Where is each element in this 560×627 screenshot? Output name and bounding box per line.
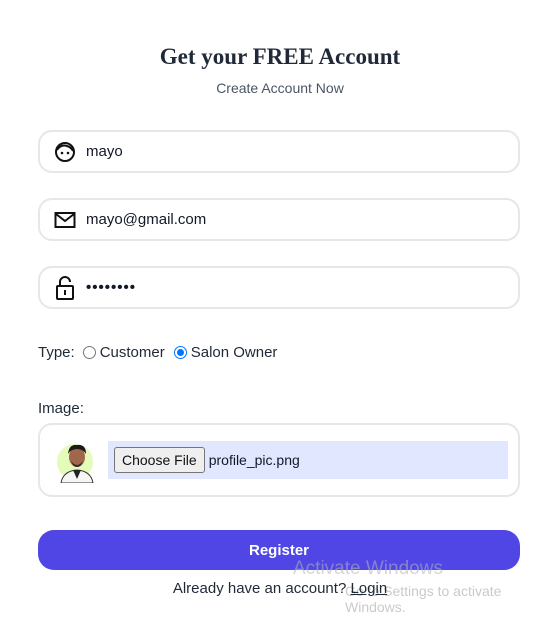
name-field-wrapper	[38, 130, 520, 173]
register-button[interactable]: Register	[38, 530, 520, 570]
type-option-customer[interactable]: Customer	[82, 344, 165, 361]
face-icon	[54, 141, 76, 163]
type-selector: Type: Customer Salon Owner	[38, 344, 286, 361]
file-name: profile_pic.png	[208, 452, 300, 468]
password-input[interactable]	[86, 279, 486, 296]
image-upload-box: Choose File profile_pic.png	[38, 423, 520, 497]
customer-radio[interactable]	[82, 346, 96, 359]
customer-label: Customer	[99, 344, 165, 361]
name-input[interactable]	[86, 143, 486, 160]
file-input: Choose File profile_pic.png	[108, 441, 508, 479]
mail-icon	[54, 209, 76, 231]
salon-owner-label: Salon Owner	[190, 344, 278, 361]
email-input[interactable]	[86, 211, 486, 228]
email-field-wrapper	[38, 198, 520, 241]
type-label: Type:	[38, 344, 75, 361]
lock-icon	[54, 275, 76, 300]
avatar	[57, 439, 97, 484]
salon-owner-radio[interactable]	[173, 346, 187, 359]
login-prompt-row: Already have an account? Login	[0, 580, 560, 597]
page-title: Get your FREE Account	[159, 44, 401, 69]
activation-watermark-title: Activate Windows	[293, 558, 443, 579]
page-subtitle: Create Account Now	[216, 80, 344, 96]
login-prompt: Already have an account?	[172, 580, 347, 597]
password-field-wrapper	[38, 266, 520, 309]
login-link[interactable]: Login	[350, 580, 387, 597]
type-option-salon-owner[interactable]: Salon Owner	[173, 344, 278, 361]
choose-file-button[interactable]: Choose File	[114, 447, 205, 473]
image-label: Image:	[38, 400, 84, 417]
